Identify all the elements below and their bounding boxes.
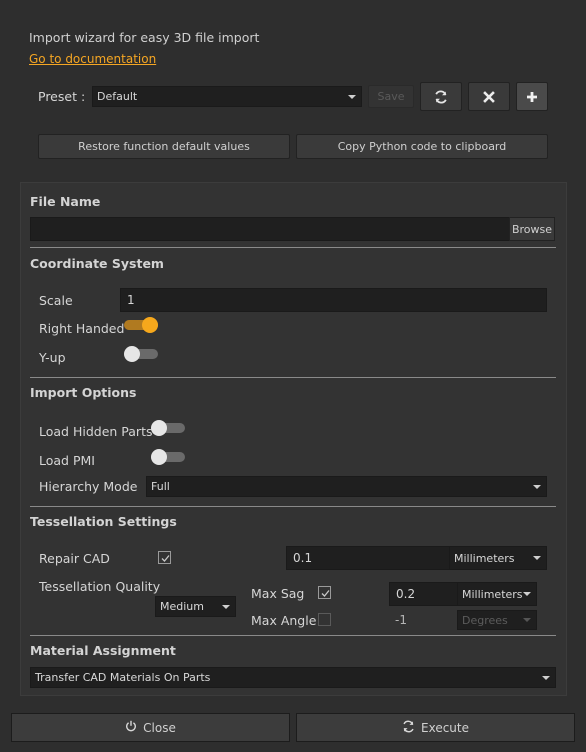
material-assignment-select[interactable]: Transfer CAD Materials On Parts [30,667,556,688]
hierarchy-mode-select[interactable]: Full [146,476,547,497]
scale-label: Scale [39,293,73,308]
hierarchy-mode-label: Hierarchy Mode [39,479,138,494]
chevron-down-icon [533,556,541,560]
load-pmi-toggle[interactable] [151,448,187,466]
chevron-down-icon [542,675,550,680]
section-divider [30,247,556,248]
right-handed-label: Right Handed [39,321,125,336]
file-name-title: File Name [30,194,101,209]
execute-button-label: Execute [421,720,469,735]
hidden-parts-toggle[interactable] [151,419,187,437]
load-pmi-label: Load PMI [39,453,95,468]
import-options-title: Import Options [30,385,137,400]
chevron-down-icon [348,94,356,99]
preset-select[interactable]: Default [92,86,362,107]
repair-cad-unit-select[interactable]: Millimeters [449,546,547,570]
documentation-link[interactable]: Go to documentation [29,52,156,66]
max-angle-input[interactable]: -1 [389,609,459,631]
max-angle-unit-value: Degrees [462,613,508,627]
section-divider [30,506,556,507]
y-up-toggle[interactable] [124,345,160,363]
max-sag-checkbox[interactable] [318,586,331,599]
max-angle-label: Max Angle [251,613,317,628]
wizard-description: Import wizard for easy 3D file import [29,30,260,45]
scale-input[interactable]: 1 [120,288,547,312]
copy-python-button[interactable]: Copy Python code to clipboard [296,134,548,159]
tessellation-title: Tessellation Settings [30,514,177,529]
max-angle-checkbox[interactable] [318,613,331,626]
hidden-parts-label: Load Hidden Parts [39,424,153,439]
repair-cad-unit-value: Millimeters [454,551,515,565]
tessellation-quality-label: Tessellation Quality [39,579,161,594]
add-preset-button[interactable] [516,82,548,111]
hierarchy-mode-value: Full [151,480,170,493]
execute-button[interactable]: Execute [296,713,575,742]
power-icon [125,720,137,735]
tessellation-quality-select[interactable]: Medium [155,596,236,617]
repair-cad-checkbox[interactable] [158,551,171,564]
close-button-label: Close [143,720,176,735]
repair-cad-label: Repair CAD [39,551,110,566]
chevron-down-icon [222,604,230,609]
refresh-preset-button[interactable] [420,82,462,111]
save-preset-button[interactable]: Save [368,85,414,108]
max-sag-unit-value: Millimeters [462,587,523,601]
max-sag-input[interactable]: 0.2 [389,582,459,606]
file-name-input[interactable] [30,217,510,241]
right-handed-toggle[interactable] [124,316,160,334]
material-assignment-value: Transfer CAD Materials On Parts [35,671,211,684]
preset-select-value: Default [97,90,138,103]
max-sag-unit-select[interactable]: Millimeters [457,582,537,606]
coordinate-system-title: Coordinate System [30,256,164,271]
section-divider [30,377,556,378]
max-sag-label: Max Sag [251,586,305,601]
y-up-label: Y-up [39,350,66,365]
refresh-icon [402,720,415,736]
refresh-icon [434,90,448,104]
checkmark-icon [321,590,330,597]
preset-label: Preset : [38,89,86,104]
chevron-down-icon [523,618,531,622]
close-icon [483,90,495,103]
delete-preset-button[interactable] [468,82,510,111]
checkmark-icon [161,555,170,562]
material-assignment-title: Material Assignment [30,643,176,658]
chevron-down-icon [533,484,541,489]
close-button[interactable]: Close [11,713,290,742]
tessellation-quality-value: Medium [160,600,204,613]
browse-button[interactable]: Browse [509,217,555,241]
plus-icon [526,91,538,103]
restore-defaults-button[interactable]: Restore function default values [38,134,290,159]
section-divider [30,635,556,636]
max-angle-unit-select[interactable]: Degrees [457,610,537,630]
repair-cad-tolerance-input[interactable]: 0.1 [286,546,450,570]
chevron-down-icon [523,592,531,596]
